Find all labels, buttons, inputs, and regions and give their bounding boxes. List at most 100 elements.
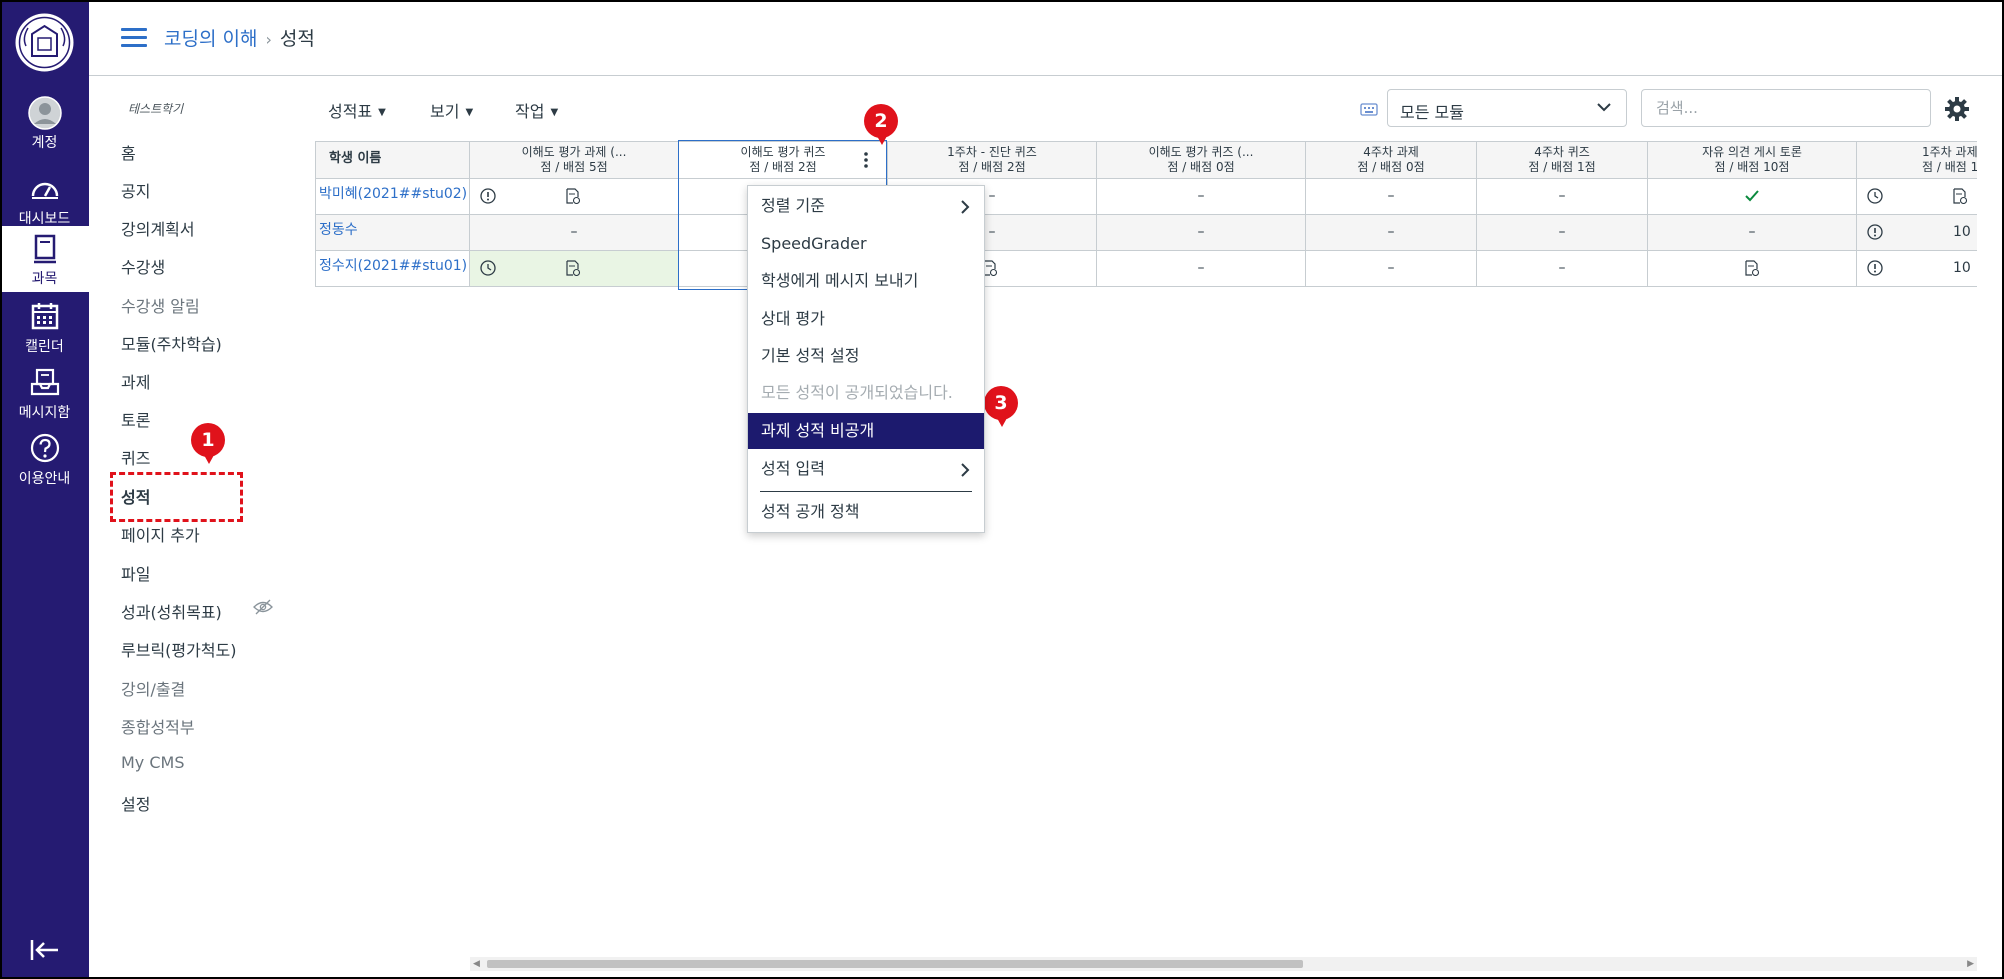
course-nav-people[interactable]: 수강생 (121, 254, 165, 278)
course-nav-announcements[interactable]: 공지 (121, 178, 150, 202)
gnav-calendar-label: 캘린더 (25, 339, 64, 355)
grade-cell[interactable]: – (1477, 179, 1648, 215)
course-nav-home[interactable]: 홈 (121, 140, 136, 164)
course-nav-discussions[interactable]: 토론 (121, 407, 150, 431)
course-nav-files[interactable]: 파일 (121, 561, 150, 585)
course-nav-my-cms[interactable]: My CMS (121, 753, 185, 772)
calendar-icon (31, 303, 58, 330)
menu-item-curve-grades[interactable]: 상대 평가 (748, 301, 984, 337)
menu-item-enter-grades[interactable]: 성적 입력 (748, 451, 984, 487)
course-nav-pages[interactable]: 페이지 추가 (121, 522, 200, 546)
student-name-header[interactable]: 학생 이름 (315, 141, 470, 179)
student-name[interactable]: 박미혜(2021##stu02) (315, 179, 470, 215)
gnav-account[interactable]: 계정 (0, 96, 89, 162)
course-nav: 테스트학기 (121, 100, 281, 135)
global-nav: 계정 대시보드 과목 캘린더 메시지함 이용안내 (0, 0, 89, 979)
scroll-right-arrow-icon[interactable]: ▶ (1967, 959, 1974, 969)
column-header[interactable]: 1주차 과제 (점 / 배점 1 (1857, 141, 1977, 179)
grade-cell[interactable]: – (1097, 251, 1306, 287)
grade-cell[interactable] (1857, 179, 1977, 215)
column-header[interactable]: 자유 의견 게시 토론 점 / 배점 10점 (1648, 141, 1857, 179)
student-name[interactable]: 정동수 (315, 215, 470, 251)
breadcrumb: 코딩의 이해 › 성적 (164, 24, 315, 51)
column-header[interactable]: 이해도 평가 퀴즈 (... 점 / 배점 0점 (1097, 141, 1306, 179)
gnav-courses[interactable]: 과목 (0, 226, 89, 292)
module-filter-select[interactable]: 모든 모듈 (1387, 89, 1627, 127)
gradebook-menu-label: 성적표 (328, 102, 373, 121)
gnav-help[interactable]: 이용안내 (0, 432, 89, 498)
grade-value: 10 (1953, 224, 1971, 240)
search-input[interactable] (1641, 89, 1931, 127)
caret-down-icon: ▼ (550, 107, 559, 118)
course-nav-settings[interactable]: 설정 (121, 791, 150, 815)
gnav-inbox[interactable]: 메시지함 (0, 366, 89, 432)
menu-item-speedgrader[interactable]: SpeedGrader (748, 226, 984, 262)
breadcrumb-course[interactable]: 코딩의 이해 (164, 28, 257, 50)
course-nav-quizzes[interactable]: 퀴즈 (121, 445, 150, 469)
menu-item-message-students[interactable]: 학생에게 메시지 보내기 (748, 263, 984, 299)
course-nav-assignments[interactable]: 과제 (121, 369, 150, 393)
gnav-calendar[interactable]: 캘린더 (0, 300, 89, 366)
scrollbar-thumb[interactable] (487, 960, 1303, 968)
menu-item-hide-grades[interactable]: 과제 성적 비공개 (748, 413, 984, 449)
menu-item-default-grade[interactable]: 기본 성적 설정 (748, 338, 984, 374)
view-menu-label: 보기 (430, 102, 460, 121)
course-nav-outcomes[interactable]: 성과(성취목표) (121, 599, 222, 623)
column-options-kebab-icon[interactable] (862, 150, 870, 170)
university-logo[interactable] (14, 12, 75, 73)
grade-cell[interactable]: – (1477, 215, 1648, 251)
grade-cell[interactable]: – (1306, 251, 1477, 287)
course-nav-student-alerts[interactable]: 수강생 알림 (121, 293, 200, 317)
hamburger-menu-icon[interactable] (121, 28, 147, 48)
submission-icon (566, 188, 581, 204)
grade-cell[interactable]: – (1306, 179, 1477, 215)
course-nav-syllabus[interactable]: 강의계획서 (121, 216, 195, 240)
course-nav-rubrics[interactable]: 루브릭(평가척도) (121, 637, 237, 661)
gradebook-menu[interactable]: 성적표 ▼ (328, 98, 386, 122)
column-title: 1주차 과제 ( (1922, 145, 1977, 159)
grade-cell[interactable] (470, 251, 679, 287)
grade-cell[interactable]: – (1477, 251, 1648, 287)
grade-cell[interactable]: – (1306, 215, 1477, 251)
column-points: 점 / 배점 2점 (749, 160, 817, 174)
column-context-menu: 정렬 기준 SpeedGrader 학생에게 메시지 보내기 상대 평가 기본 … (747, 185, 985, 533)
chevron-right-icon (961, 463, 970, 477)
breadcrumb-current: 성적 (279, 28, 315, 50)
inbox-icon (30, 368, 59, 396)
course-nav-modules[interactable]: 모듈(주차학습) (121, 331, 222, 355)
course-nav-attendance[interactable]: 강의/출결 (121, 676, 185, 700)
grade-cell[interactable]: – (1097, 179, 1306, 215)
grade-cell[interactable] (470, 179, 679, 215)
grade-cell[interactable]: – (470, 215, 679, 251)
gear-icon[interactable] (1944, 96, 1970, 122)
column-title: 자유 의견 게시 토론 (1702, 145, 1802, 159)
menu-item-all-grades-posted: 모든 성적이 공개되었습니다. (761, 383, 953, 402)
collapse-nav-icon[interactable] (28, 937, 62, 963)
chevron-down-icon (1597, 103, 1611, 112)
grade-cell[interactable] (1648, 251, 1857, 287)
grade-cell[interactable]: – (1648, 215, 1857, 251)
grade-cell[interactable]: – (1097, 215, 1306, 251)
menu-item-sort-by[interactable]: 정렬 기준 (748, 188, 984, 224)
grade-cell[interactable]: 10 (1857, 251, 1977, 287)
menu-item-grade-posting-policy[interactable]: 성적 공개 정책 (748, 494, 984, 530)
student-name[interactable]: 정수지(2021##stu01) (315, 251, 470, 287)
actions-menu[interactable]: 작업 ▼ (515, 98, 558, 122)
scroll-left-arrow-icon[interactable]: ◀ (473, 959, 480, 969)
courses-icon (33, 234, 56, 264)
column-header[interactable]: 이해도 평가 과제 (... 점 / 배점 5점 (470, 141, 679, 179)
column-points: 점 / 배점 10점 (1714, 160, 1790, 174)
column-title: 이해도 평가 퀴즈 (... (1148, 145, 1254, 159)
grade-cell[interactable] (1648, 179, 1857, 215)
horizontal-scrollbar[interactable]: ◀ ▶ (470, 957, 1977, 971)
column-title: 이해도 평가 과제 (... (521, 145, 627, 159)
column-header[interactable]: 1주차 - 진단 퀴즈 점 / 배점 2점 (888, 141, 1097, 179)
column-header-selected[interactable]: 이해도 평가 퀴즈 점 / 배점 2점 (679, 141, 888, 179)
column-header[interactable]: 4주차 퀴즈 점 / 배점 1점 (1477, 141, 1648, 179)
keyboard-shortcuts-icon[interactable] (1360, 100, 1378, 118)
view-menu[interactable]: 보기 ▼ (430, 98, 473, 122)
column-header[interactable]: 4주차 과제 점 / 배점 0점 (1306, 141, 1477, 179)
course-nav-gradebook-summary[interactable]: 종합성적부 (121, 714, 195, 738)
column-title: 이해도 평가 퀴즈 (740, 145, 826, 159)
grade-cell[interactable]: 10 (1857, 215, 1977, 251)
